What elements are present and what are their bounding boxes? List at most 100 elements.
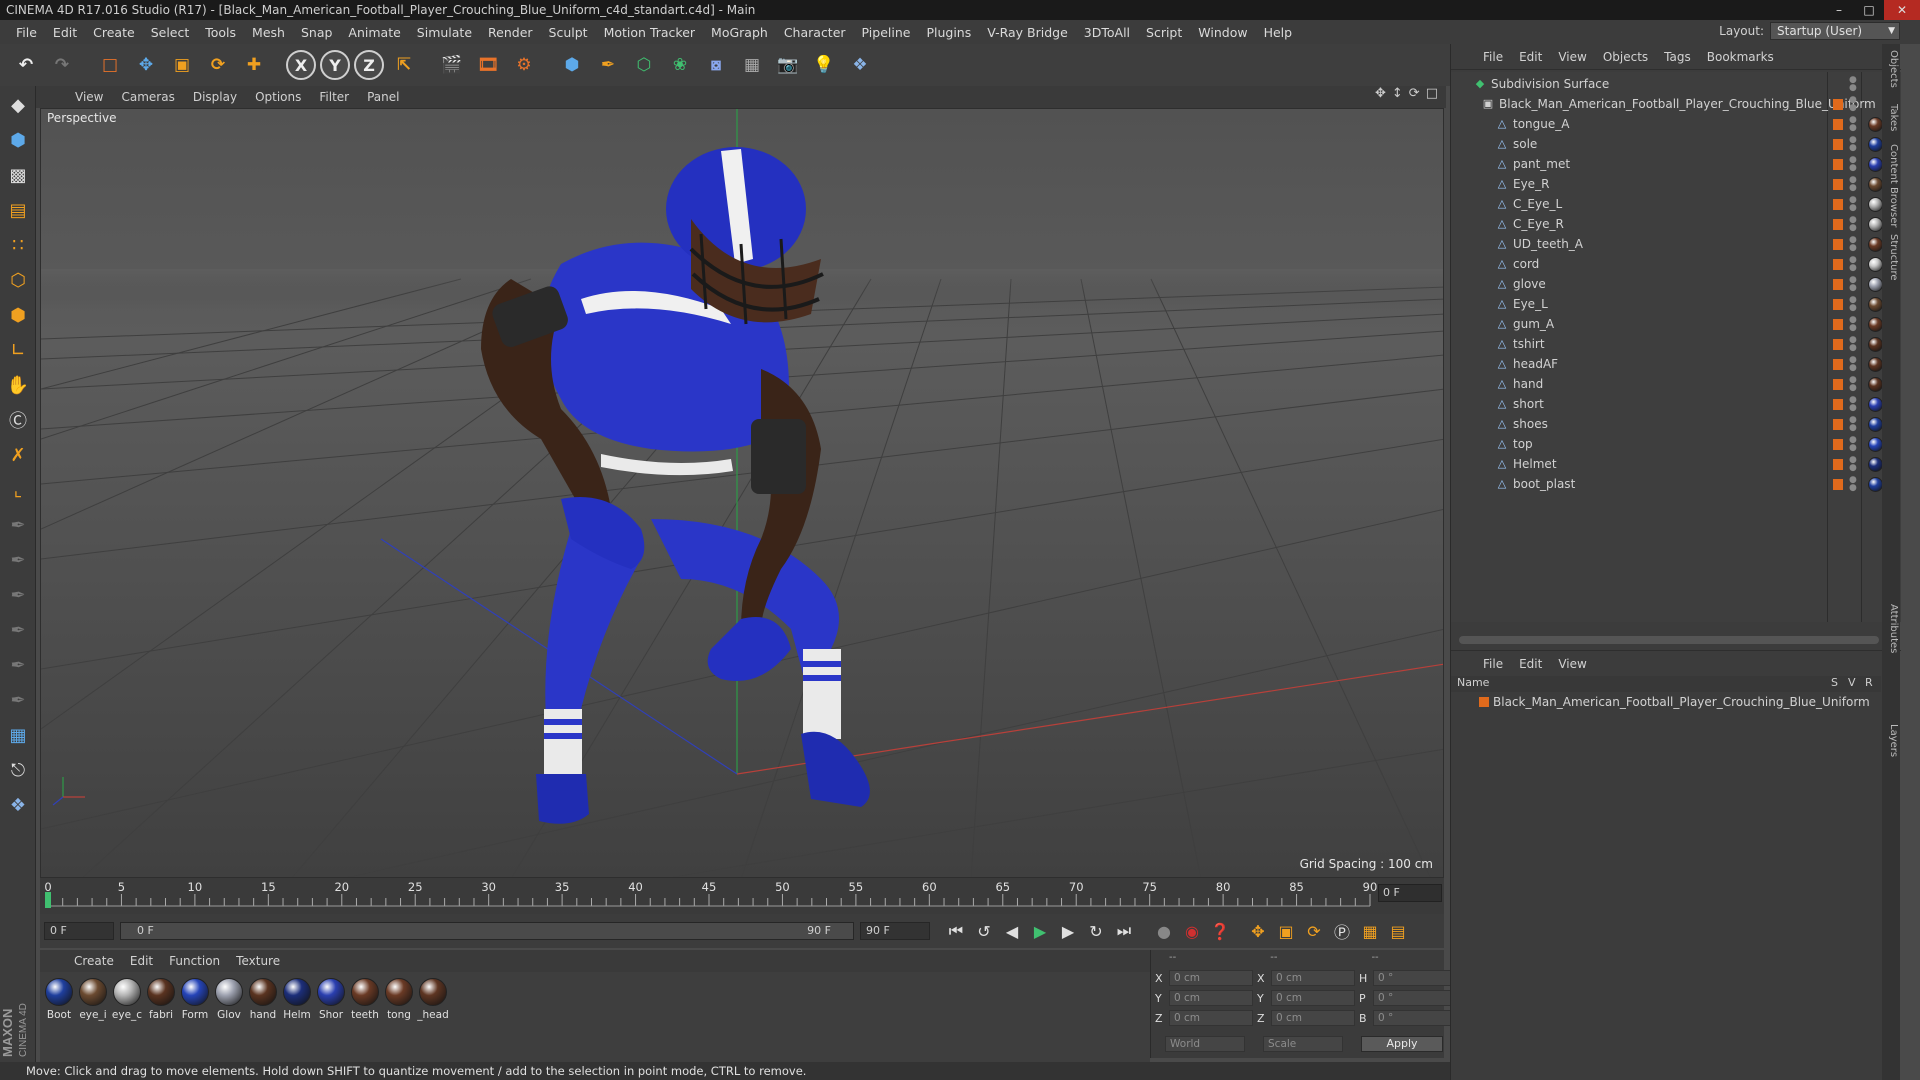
redo-icon[interactable]: ↷ [46,49,78,81]
menu-mograph[interactable]: MoGraph [703,25,776,40]
motion-record-icon[interactable]: ● [1151,918,1177,944]
menu-create[interactable]: Create [85,25,143,40]
points-mode-icon[interactable]: ∷ [2,229,34,261]
tweak-mode-icon[interactable]: ✋ [2,369,34,401]
snap-icon[interactable]: ✗ [2,439,34,471]
playhead-marker[interactable] [45,892,51,908]
layer-menu-edit[interactable]: Edit [1511,657,1550,671]
layout-dropdown[interactable]: Startup (User) ▼ [1770,22,1900,40]
sculpt-brush-1-icon[interactable]: ✒ [2,509,34,541]
visibility-dots[interactable]: ● ● [1849,376,1857,393]
coordinate-system-icon[interactable]: ⇱ [388,49,420,81]
object-row[interactable]: △ C_Eye_R ● ● [1451,214,1901,234]
menu-mesh[interactable]: Mesh [244,25,293,40]
layer-color-swatch[interactable] [1833,318,1843,330]
object-row[interactable]: △ hand ● ● [1451,374,1901,394]
x-axis-lock-button[interactable]: X [286,50,316,80]
side-tab-content-browser[interactable]: Content Browser [1883,144,1899,227]
material-tag-icon[interactable] [1868,216,1883,232]
material-tag-icon[interactable] [1868,236,1883,252]
side-tab-objects[interactable]: Objects [1883,50,1899,88]
p-rotation-field[interactable]: 0 ° [1373,990,1457,1006]
menu-file[interactable]: File [8,25,45,40]
layer-color-swatch[interactable] [1833,138,1843,150]
y-axis-lock-button[interactable]: Y [320,50,350,80]
material-tag-icon[interactable] [1868,116,1883,132]
material-tag-icon[interactable] [1868,276,1883,292]
menu-window[interactable]: Window [1190,25,1255,40]
layer-color-swatch[interactable] [1833,238,1843,250]
viewport-menu-cameras[interactable]: Cameras [112,90,183,104]
texture-mode-icon[interactable]: ▩ [2,159,34,191]
camera-label[interactable]: Perspective [47,111,117,125]
go-to-start-icon[interactable]: ⏮ [943,918,969,944]
b-rotation-field[interactable]: 0 ° [1373,1010,1457,1026]
object-menu-bookmarks[interactable]: Bookmarks [1699,50,1782,64]
object-row[interactable]: △ C_Eye_L ● ● [1451,194,1901,214]
object-menu-view[interactable]: View [1550,50,1594,64]
minimize-icon[interactable]: – [1824,0,1854,20]
live-selection-icon[interactable]: □ [94,49,126,81]
visibility-dots[interactable]: ● ● [1849,136,1857,153]
material-tag-icon[interactable] [1868,356,1883,372]
menu-script[interactable]: Script [1138,25,1190,40]
render-view-icon[interactable]: 🎬 [436,49,468,81]
layer-color-swatch[interactable] [1833,418,1843,430]
material-swatch[interactable]: _head [417,978,449,1064]
material-tag-icon[interactable] [1868,476,1883,492]
sculpt-brush-4-icon[interactable]: ✒ [2,614,34,646]
object-row[interactable]: △ glove ● ● [1451,274,1901,294]
layer-col-s[interactable]: S [1831,676,1838,689]
layer-color-swatch[interactable] [1833,258,1843,270]
z-size-field[interactable]: 0 cm [1271,1010,1355,1026]
object-menu-tags[interactable]: Tags [1656,50,1699,64]
timeline-ruler[interactable]: 0 F 0 5 10 15 20 25 30 35 40 45 50 55 60 65 70 75 80 85 90 [40,878,1444,914]
start-frame-field[interactable]: 0 F [44,922,114,940]
z-position-field[interactable]: 0 cm [1169,1010,1253,1026]
visibility-dots[interactable]: ● ● [1849,256,1857,273]
object-row-subdivision-surface[interactable]: ◆ Subdivision Surface ● ● [1451,74,1901,94]
grid-lock-icon[interactable]: ▦ [2,719,34,751]
play-icon[interactable]: ▶ [1027,918,1053,944]
visibility-dots[interactable]: ● ● [1849,356,1857,373]
visibility-dots[interactable]: ● ● [1849,276,1857,293]
layer-color-swatch[interactable] [1833,358,1843,370]
material-tag-icon[interactable] [1868,456,1883,472]
menu-3dtoall[interactable]: 3DToAll [1076,25,1138,40]
maximize-icon[interactable]: □ [1854,0,1884,20]
object-row[interactable]: △ Eye_R ● ● [1451,174,1901,194]
object-menu-edit[interactable]: Edit [1511,50,1550,64]
record-keys-icon[interactable]: ◉ [1179,918,1205,944]
layer-menu-file[interactable]: File [1475,657,1511,671]
material-tag-icon[interactable] [1868,136,1883,152]
object-row[interactable]: △ tongue_A ● ● [1451,114,1901,134]
sculpt-brush-6-icon[interactable]: ✒ [2,684,34,716]
key-pla-icon[interactable]: ▦ [1357,918,1383,944]
dolly-view-icon[interactable]: ↕ [1392,86,1403,101]
object-row[interactable]: △ pant_met ● ● [1451,154,1901,174]
material-swatch[interactable]: eye_i [78,978,108,1064]
menu-sculpt[interactable]: Sculpt [541,25,596,40]
z-axis-lock-button[interactable]: Z [354,50,384,80]
visibility-dots[interactable]: ● ● [1849,236,1857,253]
material-menu-texture[interactable]: Texture [228,954,288,968]
layer-color-swatch[interactable] [1833,98,1843,110]
preview-range-slider[interactable]: 0 F 90 F [120,922,854,940]
autokey-icon[interactable]: ❓ [1207,918,1233,944]
layer-col-r[interactable]: R [1865,676,1873,689]
close-icon[interactable]: ✕ [1884,0,1920,20]
undo-icon[interactable]: ↶ [10,49,42,81]
workplane-mode-icon[interactable]: ▤ [2,194,34,226]
menu-motion-tracker[interactable]: Motion Tracker [596,25,703,40]
viewport-menu-display[interactable]: Display [184,90,246,104]
side-tab-layers[interactable]: Layers [1883,724,1899,757]
key-position-icon[interactable]: ✥ [1245,918,1271,944]
axis-mode-icon[interactable]: ∟ [2,334,34,366]
menu-snap[interactable]: Snap [293,25,340,40]
material-swatch[interactable]: fabri [146,978,176,1064]
previous-frame-icon[interactable]: ◀ [999,918,1025,944]
side-tab-attributes[interactable]: Attributes [1883,604,1899,653]
maximize-view-icon[interactable]: □ [1426,86,1438,101]
material-tag-icon[interactable] [1868,396,1883,412]
menu-animate[interactable]: Animate [340,25,408,40]
